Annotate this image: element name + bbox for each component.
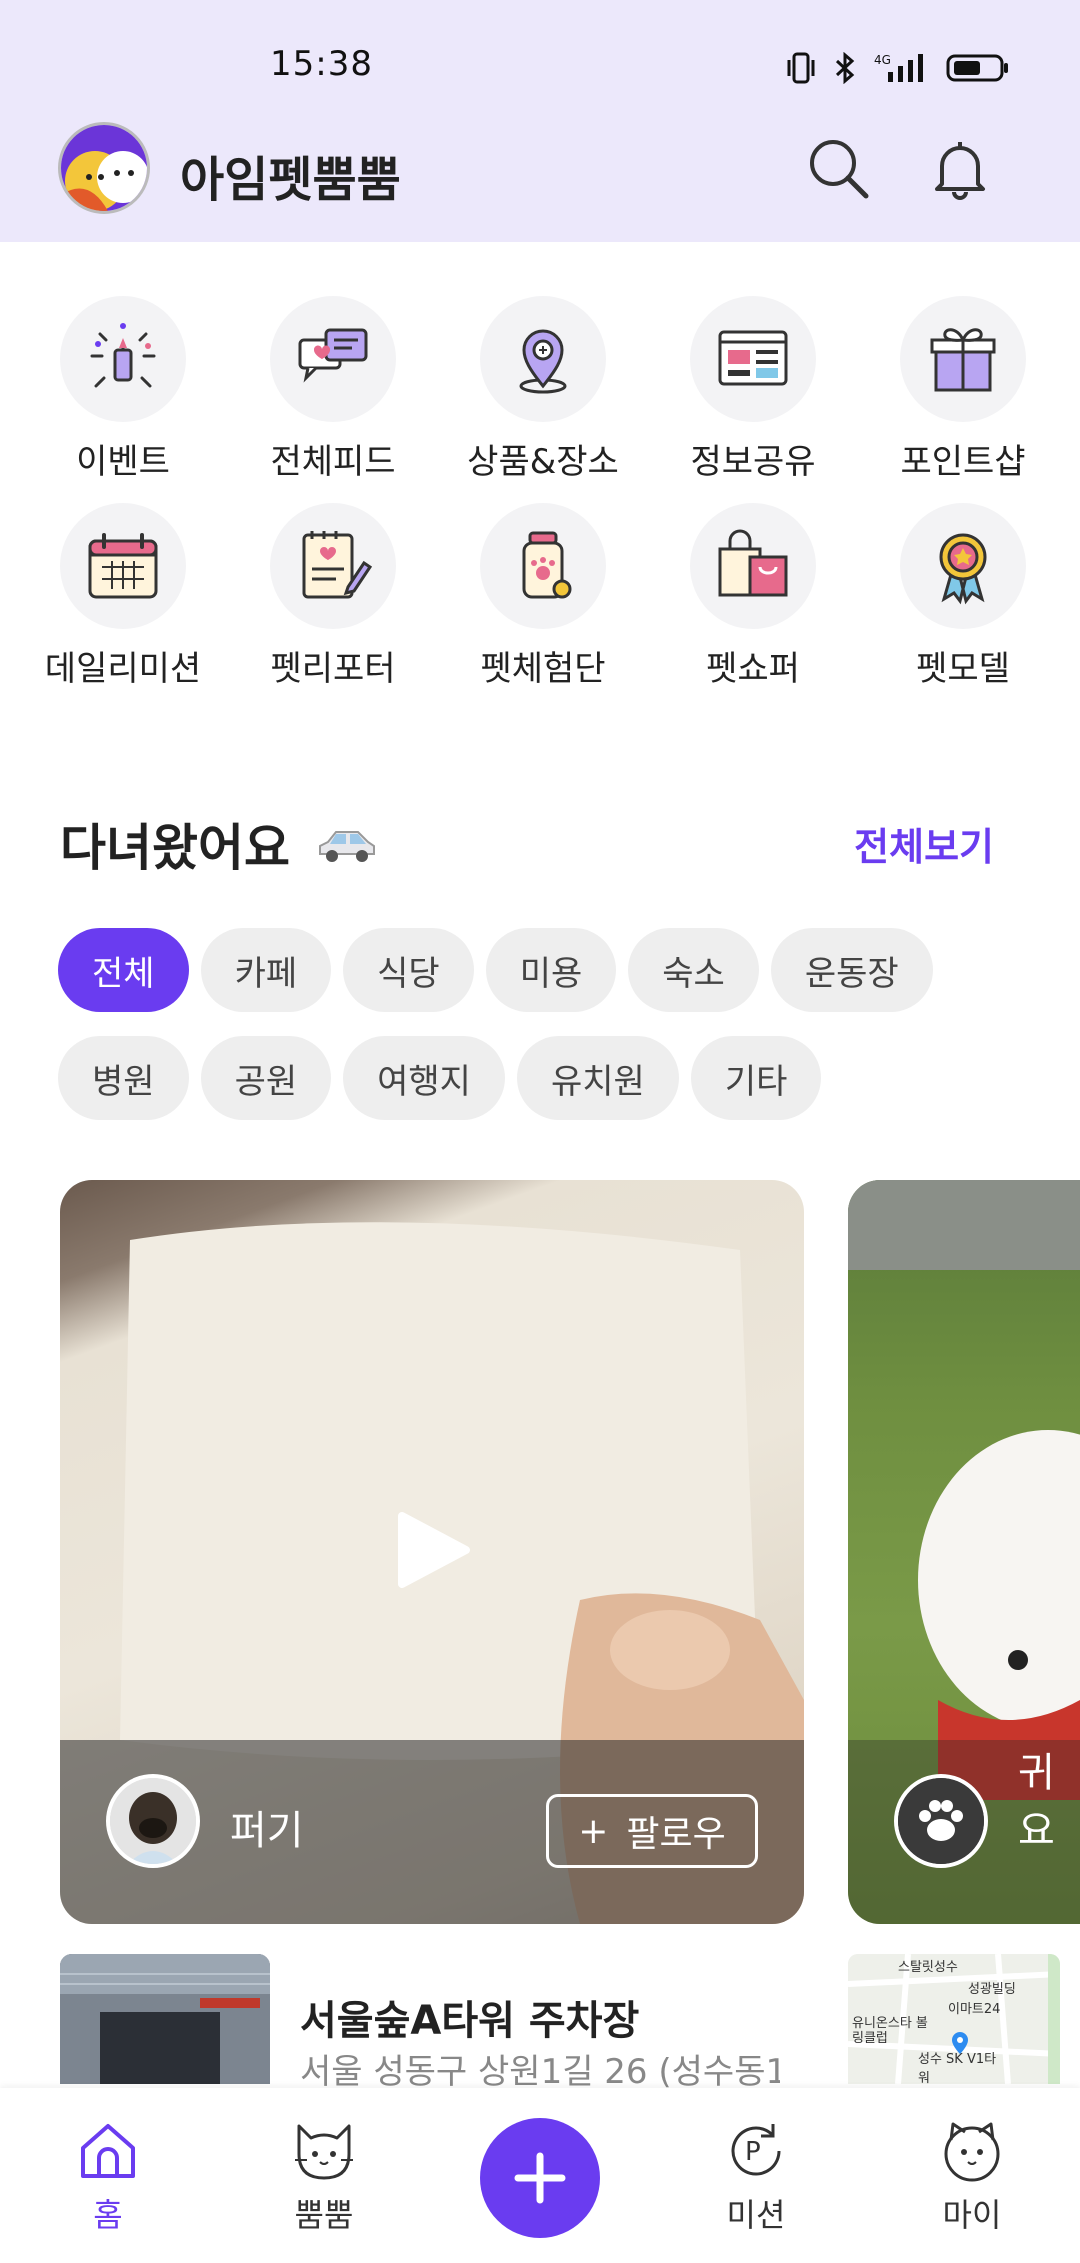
chip-grooming[interactable]: 미용 [485, 928, 617, 1012]
category-feed[interactable]: 전체피드 [228, 296, 438, 483]
shopping-bag-icon [690, 503, 816, 629]
header-area: 15:38 4G 아임펫뿜뿜 [0, 0, 1080, 242]
play-icon[interactable] [396, 1510, 472, 1590]
app-title: 아임펫뿜뿜 [180, 152, 401, 208]
map-label: 유니온스타 볼링클럽 [852, 2016, 928, 2046]
pet-bottle-icon [480, 503, 606, 629]
follow-label: 팔로우 [626, 1814, 726, 1855]
section-title: 다녀왔어요 [60, 819, 290, 877]
video-card[interactable]: 귀요 [848, 1180, 1080, 1924]
chip-hospital[interactable]: 병원 [58, 1036, 189, 1120]
chip-etc[interactable]: 기타 [690, 1036, 822, 1120]
category-pet-model[interactable]: 펫모델 [858, 503, 1068, 690]
vibrate-icon [787, 52, 815, 84]
category-label: 이벤트 [76, 442, 170, 482]
battery-icon [946, 54, 1008, 82]
card-username: 퍼기 [230, 1808, 304, 1854]
chip-restaurant[interactable]: 식당 [343, 928, 474, 1012]
car-icon [319, 831, 375, 862]
chip-park[interactable]: 공원 [200, 1036, 332, 1120]
chip-travel[interactable]: 여행지 [343, 1036, 505, 1120]
nav-mission-label: 미션 [726, 2196, 786, 2234]
cat-icon [295, 2124, 353, 2180]
map-label: 스탈릿성수 [898, 1960, 958, 1975]
map-label: 성광빌딩 [968, 1982, 1016, 1997]
chip-cafe[interactable]: 카페 [200, 928, 332, 1012]
category-label: 포인트샵 [900, 442, 1026, 482]
nav-my-label: 마이 [942, 2196, 1002, 2234]
add-button[interactable] [480, 2118, 600, 2238]
status-icons: 4G [786, 50, 1010, 86]
place-address: 서울 성동구 상원1길 26 (성수동1 [300, 2052, 780, 2092]
user-avatar[interactable] [894, 1774, 988, 1868]
category-daily-mission[interactable]: 데일리미션 [18, 503, 228, 690]
category-pet-reporter[interactable]: 펫리포터 [228, 503, 438, 690]
category-pet-shopper[interactable]: 펫쇼퍼 [648, 503, 858, 690]
see-all-link[interactable]: 전체보기 [854, 816, 994, 871]
map-label: 성수 SK V1타워 [918, 2052, 997, 2084]
map-label: 이마트24 [948, 2002, 1001, 2017]
chat-bubbles-icon [270, 296, 396, 422]
category-label: 펫쇼퍼 [706, 649, 800, 689]
news-icon [690, 296, 816, 422]
plus-icon: + [578, 1810, 609, 1852]
app-avatar[interactable] [58, 122, 150, 214]
nav-home-label: 홈 [93, 2196, 123, 2234]
category-products-places[interactable]: 상품&장소 [438, 296, 648, 483]
category-label: 펫모델 [916, 649, 1010, 689]
nav-bbum[interactable]: 뿜뿜 [244, 2118, 404, 2236]
category-event[interactable]: 이벤트 [18, 296, 228, 483]
category-label: 상품&장소 [467, 442, 619, 482]
medal-icon [900, 503, 1026, 629]
user-avatar[interactable] [106, 1774, 200, 1868]
bell-icon[interactable] [928, 136, 992, 200]
cat-face-icon [944, 2122, 1000, 2182]
signal-icon: 4G [874, 53, 923, 82]
category-pet-trial[interactable]: 펫체험단 [438, 503, 648, 690]
map-thumbnail[interactable]: 스탈릿성수 성광빌딩 이마트24 유니온스타 볼링클럽 성수 SK V1타워 [848, 1954, 1060, 2084]
chip-lodging[interactable]: 숙소 [628, 928, 759, 1012]
place-thumbnail[interactable] [60, 1954, 270, 2084]
mascot-icon [61, 125, 147, 211]
category-label: 데일리미션 [44, 649, 202, 689]
location-pin-icon [480, 296, 606, 422]
nav-my[interactable]: 마이 [892, 2118, 1052, 2236]
place-name[interactable]: 서울숲A타워 주차장 [300, 1988, 639, 2046]
svg-text:4G: 4G [874, 53, 891, 67]
fireworks-icon [60, 296, 186, 422]
gift-icon [900, 296, 1026, 422]
category-point-shop[interactable]: 포인트샵 [858, 296, 1068, 483]
paw-icon [898, 1778, 984, 1864]
nav-bbum-label: 뿜뿜 [294, 2196, 354, 2234]
notepad-icon [270, 503, 396, 629]
filter-chips: 전체 카페 식당 미용 숙소 운동장 병원 공원 여행지 유치원 기타 [58, 928, 1018, 1120]
category-info-share[interactable]: 정보공유 [648, 296, 858, 483]
follow-button[interactable]: + 팔로우 [546, 1794, 758, 1868]
category-label: 펫체험단 [480, 649, 606, 689]
bottom-nav: 홈 뿜뿜 P 미션 마이 [0, 2088, 1080, 2263]
nav-mission[interactable]: P 미션 [676, 2118, 836, 2236]
bluetooth-icon [835, 52, 855, 84]
chip-all[interactable]: 전체 [58, 928, 189, 1012]
category-label: 전체피드 [270, 442, 396, 482]
category-grid: 이벤트 전체피드 상품&장소 정보공유 포인트샵 데일리미션 펫리포터 펫체험단… [18, 296, 1062, 690]
status-time: 15:38 [270, 44, 373, 84]
category-label: 정보공유 [690, 442, 816, 482]
home-icon [81, 2124, 135, 2178]
chip-playground[interactable]: 운동장 [770, 928, 933, 1012]
plus-icon [514, 2152, 566, 2204]
chip-kindergarten[interactable]: 유치원 [516, 1036, 679, 1120]
search-icon[interactable] [806, 136, 870, 200]
svg-text:P: P [745, 2137, 761, 2167]
point-refresh-icon: P [731, 2124, 781, 2176]
card-username: 귀요 [1018, 1750, 1055, 1854]
calendar-icon [60, 503, 186, 629]
category-label: 펫리포터 [270, 649, 396, 689]
video-card[interactable]: 퍼기 + 팔로우 [60, 1180, 804, 1924]
nav-home[interactable]: 홈 [28, 2118, 188, 2236]
